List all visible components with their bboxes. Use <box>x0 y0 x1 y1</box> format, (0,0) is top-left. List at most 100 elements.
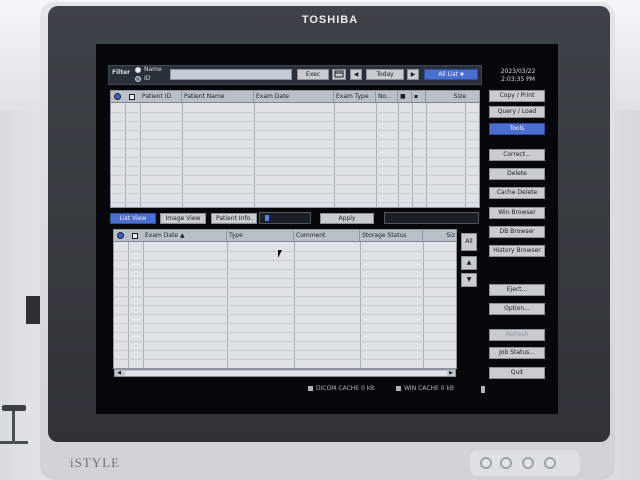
grid-row-line <box>111 193 479 194</box>
office-chair <box>0 405 30 450</box>
patient-table[interactable]: Patient ID Patient Name Exam Date Exam T… <box>110 90 480 208</box>
grid-row-line <box>114 287 456 288</box>
grid-row-line <box>114 359 456 360</box>
grid-row-line <box>111 112 479 113</box>
all-list-label: All List <box>438 71 459 78</box>
col-exam-date-bottom[interactable]: Exam Date ▲ <box>143 230 227 241</box>
radio-id[interactable] <box>135 76 141 82</box>
radio-name[interactable] <box>135 67 141 73</box>
grid-row-line <box>114 296 456 297</box>
image-icon[interactable]: ▪ <box>412 91 426 102</box>
exam-table[interactable]: Exam Date ▲ Type Comment Storage Status … <box>113 229 457 369</box>
grid-row-line <box>114 323 456 324</box>
apply-button[interactable]: Apply <box>320 213 374 224</box>
scrollbar-thumb[interactable] <box>125 371 447 376</box>
grid-row-line <box>111 121 479 122</box>
grid-row-line <box>114 260 456 261</box>
horizontal-scrollbar[interactable]: ◀ ▶ <box>114 369 456 377</box>
col-exam-date-label: Exam Date <box>145 232 179 239</box>
exec-button[interactable]: Exec <box>297 69 329 80</box>
delete-button[interactable]: Delete <box>489 168 545 180</box>
scroll-left-icon[interactable]: ◀ <box>115 370 123 376</box>
grid-row-line <box>111 184 479 185</box>
calendar-icon[interactable] <box>332 69 346 80</box>
time-text: 2:03:35 PM <box>501 76 535 83</box>
lock-exam-icon <box>132 233 138 239</box>
win-browser-button[interactable]: Win Browser <box>489 207 545 219</box>
grid-row-line <box>114 269 456 270</box>
dicom-cache-status: DICOM CACHE 0 kB <box>316 385 375 392</box>
datetime: 2023/03/22 2:03:35 PM <box>490 68 546 84</box>
grid-row-line <box>111 157 479 158</box>
tab-image-view[interactable]: Image View <box>160 213 206 224</box>
all-button[interactable]: All <box>461 233 477 251</box>
col-type[interactable]: Type <box>227 230 294 241</box>
win-cache-icon <box>396 386 401 391</box>
copy-print-button[interactable]: Copy / Print <box>489 90 545 102</box>
scroll-right-icon[interactable]: ▶ <box>447 370 455 376</box>
col-size[interactable]: Size <box>426 91 479 102</box>
info-field <box>384 212 479 224</box>
cache-delete-button[interactable]: Cache Delete <box>489 187 545 199</box>
radio-name-label: Name <box>144 66 162 73</box>
grid-row-line <box>114 314 456 315</box>
today-button[interactable]: Today <box>366 69 404 80</box>
history-browser-button[interactable]: History Browser <box>489 245 545 257</box>
grid-row-line <box>114 332 456 333</box>
col-number[interactable]: No.. <box>376 91 398 102</box>
dicom-cache-icon <box>308 386 313 391</box>
refresh-button[interactable]: Refresh <box>489 329 545 341</box>
filter-label: Filter <box>112 69 131 76</box>
col-patient-id[interactable]: Patient ID <box>140 91 182 102</box>
grid-row-line <box>114 341 456 342</box>
grid-row-line <box>111 139 479 140</box>
scroll-up-button[interactable]: ▲ <box>461 256 477 270</box>
select-all-icon[interactable] <box>114 93 121 100</box>
grid-row-line <box>111 175 479 176</box>
tools-button[interactable]: Tools <box>489 123 545 135</box>
job-status-button[interactable]: Job Status... <box>489 347 545 359</box>
camera-icon[interactable]: ■ <box>398 91 412 102</box>
prev-day-button[interactable]: ◀ <box>350 69 362 80</box>
eject-button[interactable]: Eject... <box>489 284 545 296</box>
quit-button[interactable]: Quit <box>489 367 545 379</box>
grid-row-line <box>111 148 479 149</box>
hardware-button-4[interactable] <box>544 457 556 469</box>
scroll-down-button[interactable]: ▼ <box>461 273 477 287</box>
date-text: 2023/03/22 <box>500 68 536 75</box>
patient-table-header: Patient ID Patient Name Exam Date Exam T… <box>111 91 479 103</box>
db-browser-button[interactable]: DB Browser <box>489 226 545 238</box>
col-exam-date[interactable]: Exam Date <box>254 91 334 102</box>
next-day-button[interactable]: ▶ <box>407 69 419 80</box>
grid-row-line <box>111 166 479 167</box>
correct-button[interactable]: Correct... <box>489 149 545 161</box>
query-load-button[interactable]: Query / Load <box>489 106 545 118</box>
filter-input[interactable] <box>170 69 292 80</box>
lock-icon <box>129 94 135 100</box>
all-list-dropdown[interactable]: All List ▼ <box>424 69 478 80</box>
progress-field <box>259 212 311 224</box>
trash-icon <box>481 386 485 393</box>
grid-row-line <box>111 202 479 203</box>
model-label: iSTYLE <box>70 455 121 470</box>
hardware-button-3[interactable] <box>522 457 534 469</box>
option-button[interactable]: Option... <box>489 303 545 315</box>
brand-logo: TOSHIBA <box>301 14 359 26</box>
radio-id-label: ID <box>144 75 151 82</box>
col-size-bottom[interactable]: Siz <box>423 230 456 241</box>
grid-row-line <box>111 130 479 131</box>
mouse-cursor-icon <box>278 250 282 258</box>
grid-row-line <box>114 305 456 306</box>
col-patient-name[interactable]: Patient Name <box>182 91 254 102</box>
tab-list-view[interactable]: List View <box>110 213 156 224</box>
col-exam-type[interactable]: Exam Type <box>334 91 376 102</box>
col-comment[interactable]: Comment <box>294 230 360 241</box>
col-storage-status[interactable]: Storage Status <box>360 230 423 241</box>
hardware-button-1[interactable] <box>480 457 492 469</box>
tab-patient-info[interactable]: Patient Info. <box>211 213 257 224</box>
hardware-button-2[interactable] <box>500 457 512 469</box>
select-all-exam-icon[interactable] <box>117 232 124 239</box>
progress-indicator <box>265 215 269 221</box>
sort-arrow-icon: ▲ <box>180 232 185 239</box>
win-cache-status: WIN CACHE 0 kB <box>404 385 455 392</box>
